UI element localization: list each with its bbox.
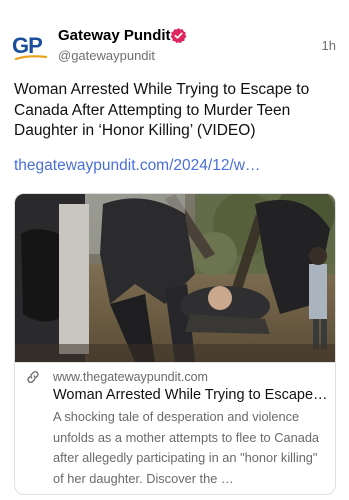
post-link[interactable]: thegatewaypundit.com/2024/12/w…: [14, 157, 260, 175]
post[interactable]: GP Gateway Pundit @gatewaypundit 1h Woma…: [0, 0, 349, 500]
card-preview-image[interactable]: [15, 194, 336, 362]
post-timestamp: 1h: [321, 38, 336, 53]
avatar[interactable]: GP: [12, 28, 48, 64]
link-preview-card[interactable]: www.thegatewaypundit.com Woman Arrested …: [14, 193, 336, 495]
post-text: Woman Arrested While Trying to Escape to…: [14, 81, 310, 139]
card-domain: www.thegatewaypundit.com: [53, 370, 208, 384]
card-description: A shocking tale of desperation and viole…: [53, 409, 320, 487]
link-icon: [27, 371, 39, 383]
verified-badge-icon: [170, 28, 187, 44]
logo-swoosh-icon: [14, 55, 48, 61]
card-title[interactable]: Woman Arrested While Trying to Escape to…: [53, 387, 329, 403]
author-name[interactable]: Gateway Pundit: [58, 27, 171, 44]
card-body[interactable]: www.thegatewaypundit.com Woman Arrested …: [15, 362, 335, 494]
author-handle[interactable]: @gatewaypundit: [58, 48, 155, 63]
